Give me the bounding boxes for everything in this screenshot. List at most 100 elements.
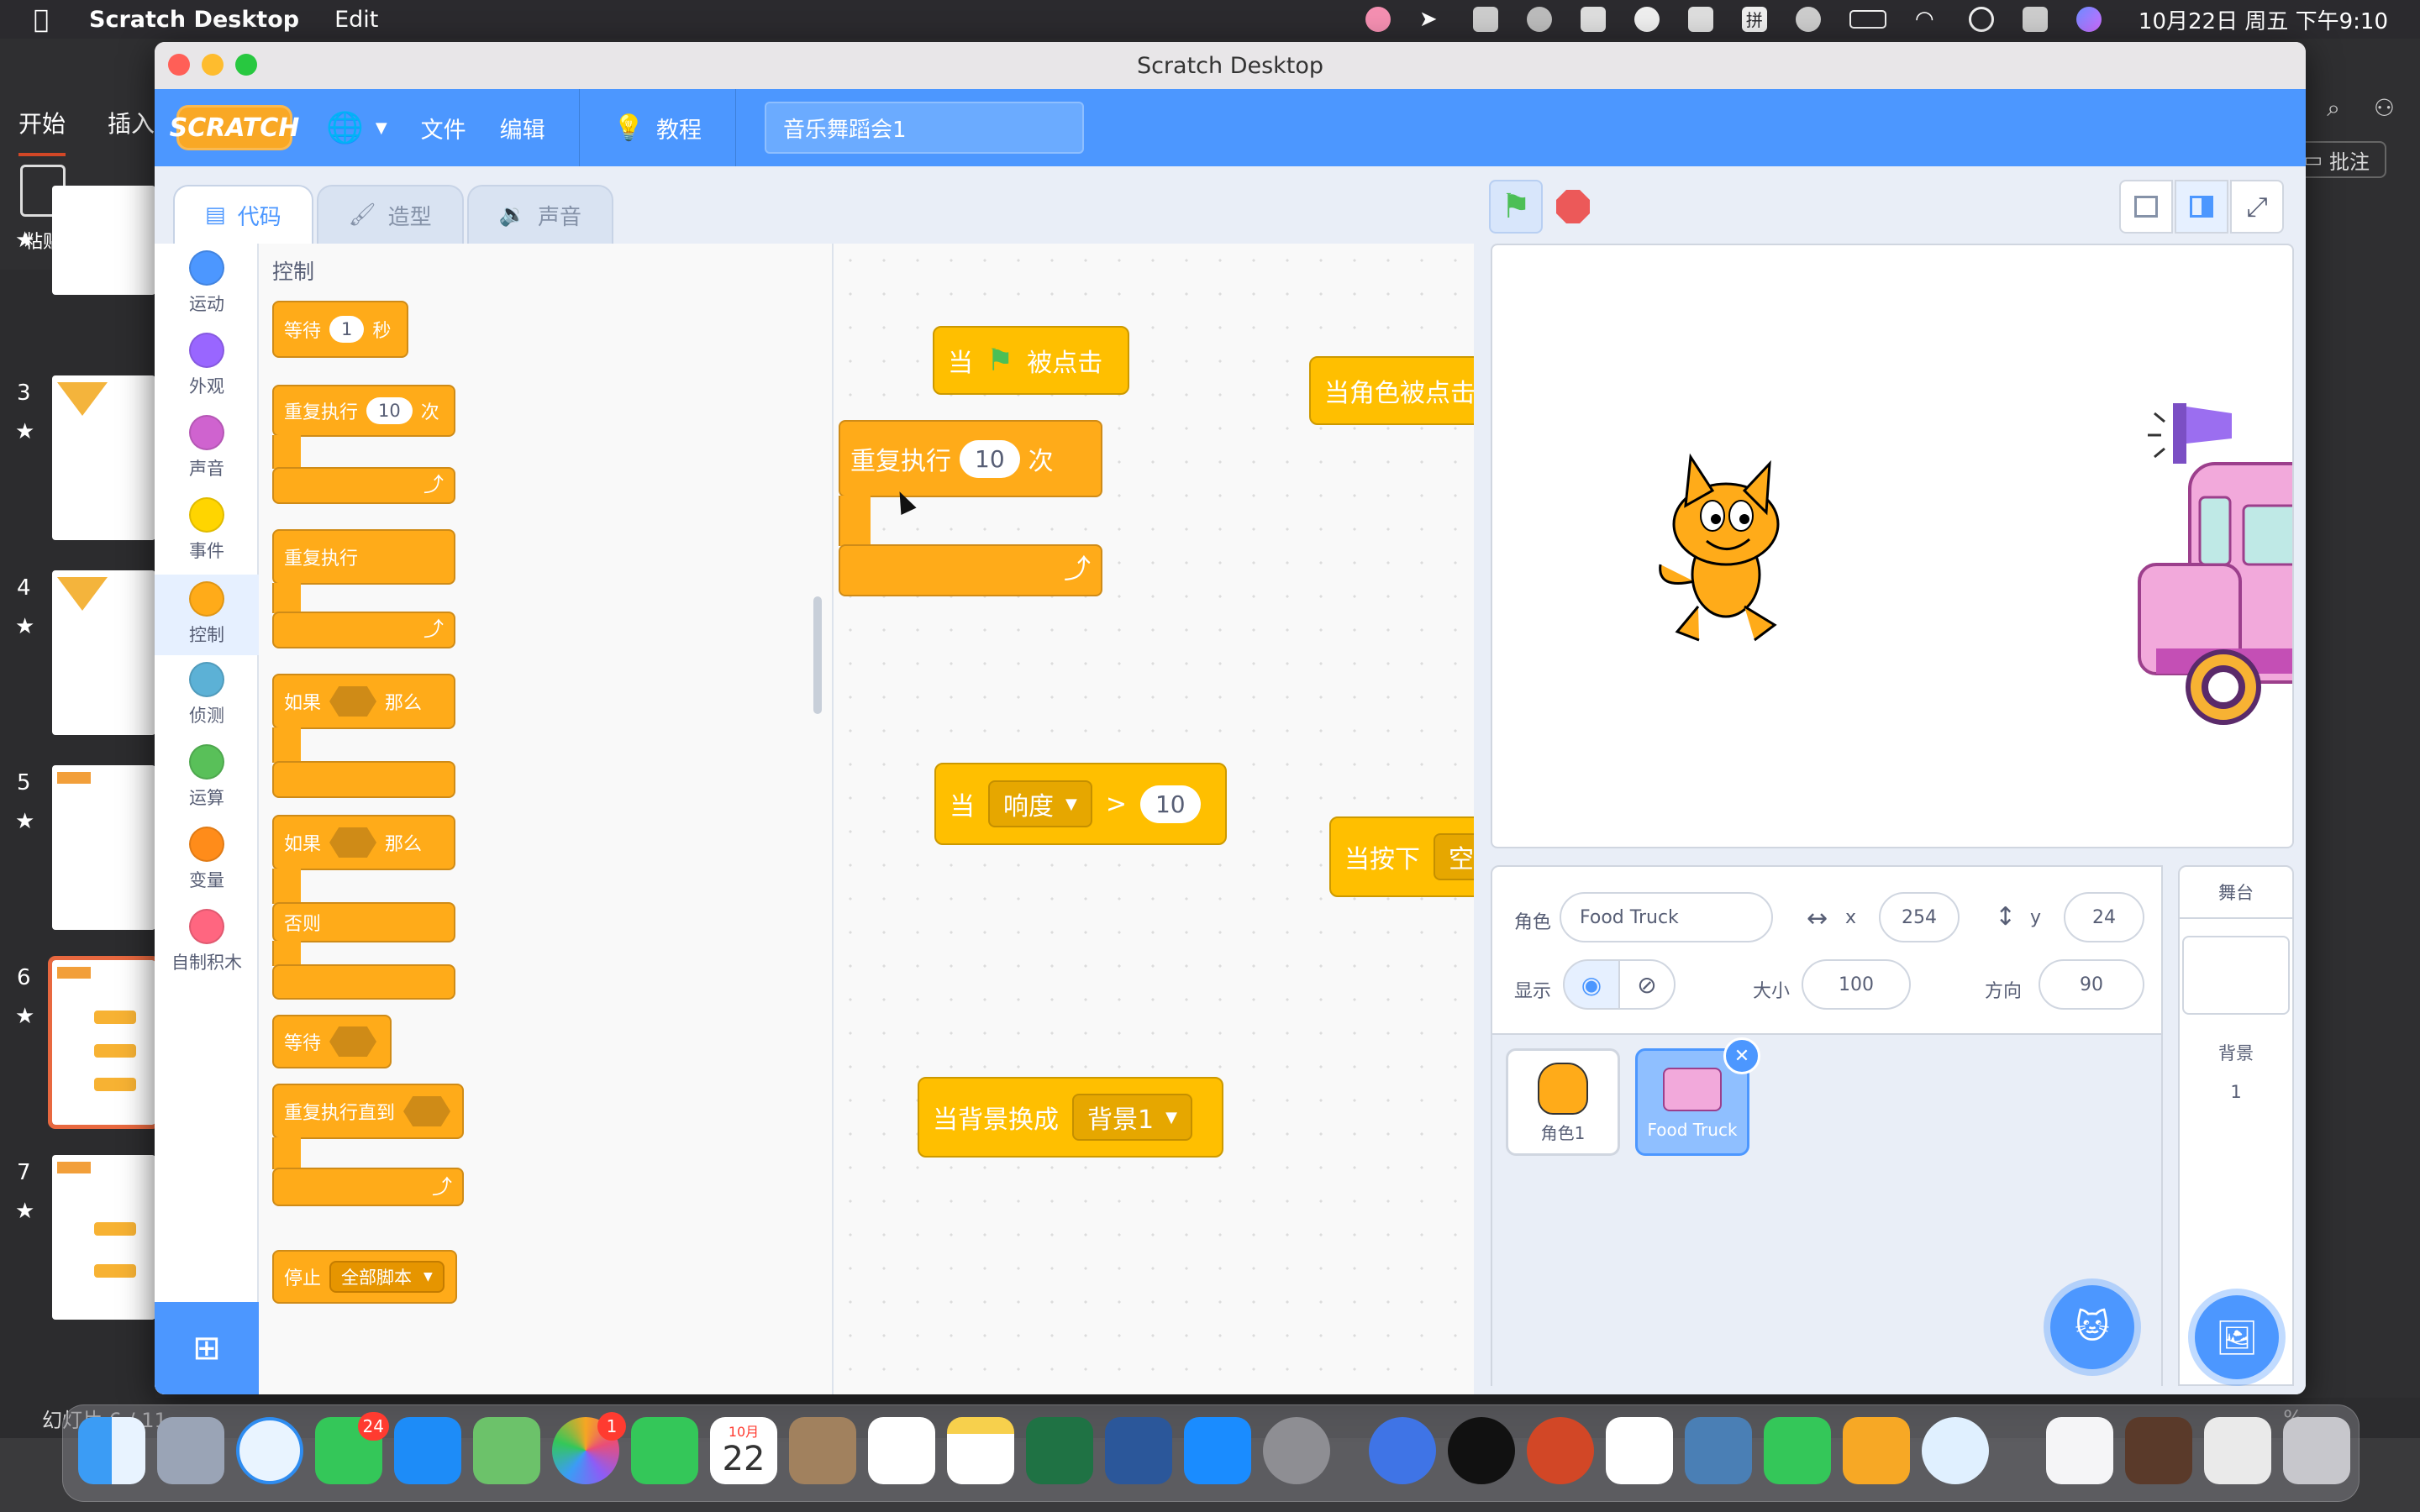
sprite-tile-cat[interactable]: 角色1	[1506, 1048, 1620, 1156]
tab-costumes[interactable]: 🖌 造型	[316, 185, 464, 244]
sprite-name-input[interactable]: Food Truck	[1560, 892, 1773, 942]
boolean-slot[interactable]	[329, 1026, 377, 1057]
backdrop-dropdown[interactable]: 背景1 ▼	[1072, 1094, 1192, 1141]
file-menu[interactable]: 文件	[421, 112, 466, 144]
block-repeat-until[interactable]: 重复执行直到 ⤴	[272, 1084, 464, 1210]
hat-when-flag-clicked[interactable]: 当 ⚑ 被点击	[933, 297, 1129, 395]
facetime-icon[interactable]	[631, 1417, 698, 1484]
block-stop[interactable]: 停止 全部脚本 ▼	[272, 1250, 457, 1304]
sensor-dropdown[interactable]: 响度 ▼	[988, 780, 1092, 827]
boolean-slot[interactable]	[329, 827, 377, 858]
stage-thumbnail[interactable]	[2182, 936, 2290, 1015]
scratch-logo[interactable]: SCRATCH	[170, 105, 299, 150]
trash-icon[interactable]	[2283, 1417, 2350, 1484]
slide-thumb-3[interactable]: 3 ★	[0, 375, 155, 543]
block-input[interactable]: 10	[960, 439, 1020, 478]
battery-icon[interactable]	[1849, 10, 1886, 29]
recent-window-icon-2[interactable]	[2204, 1417, 2271, 1484]
search-icon[interactable]: ⌕	[2327, 94, 2340, 123]
add-extension-button[interactable]: ⊞	[155, 1302, 259, 1394]
minimize-window-button[interactable]	[202, 54, 224, 76]
word-icon[interactable]	[1105, 1417, 1172, 1484]
project-title-input[interactable]: 音乐舞蹈会1	[765, 102, 1085, 154]
palette-scrollbar[interactable]	[813, 596, 822, 714]
wechat-icon[interactable]	[1472, 7, 1498, 32]
category-sound[interactable]: 声音	[155, 415, 259, 496]
dragged-repeat-block[interactable]: 重复执行 10 次 ⤴	[839, 420, 1102, 601]
search-icon[interactable]	[1968, 7, 1994, 32]
input-method-icon[interactable]: 拼	[1741, 7, 1767, 32]
category-sensing[interactable]: 侦测	[155, 662, 259, 743]
baidu-netdisk-dock-icon[interactable]	[1606, 1417, 1673, 1484]
block-input[interactable]: 10	[366, 397, 413, 424]
tab-sounds[interactable]: 🔉 声音	[466, 185, 614, 244]
ppt-tab-insert[interactable]: 插入	[108, 106, 155, 156]
mail-icon[interactable]	[394, 1417, 461, 1484]
reminders-icon[interactable]	[868, 1417, 935, 1484]
small-stage-button[interactable]	[2119, 180, 2173, 234]
block-if-then[interactable]: 如果 那么	[272, 674, 455, 800]
preview-icon[interactable]	[1685, 1417, 1752, 1484]
boolean-slot[interactable]	[329, 686, 377, 717]
food-truck-sprite[interactable]	[2138, 403, 2294, 725]
category-variables[interactable]: 变量	[155, 827, 259, 907]
menu-app-name[interactable]: Scratch Desktop	[89, 7, 299, 33]
hat-when-loudness[interactable]: 当 响度 ▼ > 10	[934, 734, 1227, 845]
category-motion[interactable]: 运动	[155, 250, 259, 331]
close-window-button[interactable]	[168, 54, 190, 76]
messages-icon[interactable]: 24	[315, 1412, 389, 1484]
slide-thumb-7[interactable]: 7 ★	[0, 1155, 155, 1323]
contacts-icon[interactable]	[789, 1417, 856, 1484]
powerpoint-icon[interactable]	[1527, 1417, 1594, 1484]
photos-icon[interactable]: 1	[552, 1412, 626, 1484]
ev-recorder-icon[interactable]	[1922, 1417, 1989, 1484]
notes-icon[interactable]	[947, 1417, 1014, 1484]
hat-when-sprite-clicked[interactable]: 当角色被点击	[1309, 328, 1492, 425]
y-input[interactable]: 24	[2064, 892, 2144, 942]
system-preferences-icon[interactable]	[1263, 1417, 1330, 1484]
slide-thumb-5[interactable]: 5 ★	[0, 765, 155, 933]
feishu-icon[interactable]	[1369, 1417, 1436, 1484]
paperplane-icon[interactable]	[1634, 7, 1660, 32]
user-icon[interactable]	[1795, 7, 1821, 32]
x-input[interactable]: 254	[1879, 892, 1960, 942]
fullscreen-button[interactable]: ⤢	[2230, 180, 2284, 234]
app-store-icon[interactable]	[1184, 1417, 1251, 1484]
stage-canvas[interactable]	[1491, 244, 2294, 848]
hat-when-backdrop-switches[interactable]: 当背景换成 背景1 ▼	[918, 1048, 1223, 1158]
calendar-icon[interactable]: 10月 22	[710, 1417, 777, 1484]
wechat-dock-icon[interactable]	[1764, 1417, 1831, 1484]
block-repeat[interactable]: 重复执行 10 次 ⤴	[272, 385, 455, 511]
edit-menu[interactable]: 编辑	[500, 112, 545, 144]
stage-selector[interactable]: 舞台 背景 1 🖼	[2178, 865, 2294, 1386]
finder-icon[interactable]	[78, 1417, 145, 1484]
choose-backdrop-button[interactable]: 🖼	[2195, 1295, 2279, 1379]
control-center-icon[interactable]	[2022, 7, 2048, 32]
block-if-else[interactable]: 如果 那么 否则	[272, 815, 455, 1000]
qq-icon[interactable]	[1448, 1417, 1515, 1484]
size-input[interactable]: 100	[1802, 959, 1911, 1010]
menu-edit[interactable]: Edit	[334, 7, 378, 33]
category-control[interactable]: 控制	[155, 575, 259, 655]
category-operators[interactable]: 运算	[155, 744, 259, 825]
language-menu[interactable]: 🌐 ▼	[326, 110, 387, 145]
block-forever[interactable]: 重复执行 ⤴	[272, 529, 455, 652]
location-icon[interactable]: ➤	[1419, 7, 1444, 32]
stop-dropdown[interactable]: 全部脚本 ▼	[329, 1261, 445, 1293]
choose-sprite-button[interactable]: 🐱	[2050, 1285, 2134, 1369]
delete-sprite-button[interactable]: ✕	[1723, 1037, 1760, 1074]
grid-icon[interactable]	[1687, 7, 1713, 32]
cat-sprite[interactable]	[1659, 453, 1780, 642]
block-input[interactable]: 1	[329, 316, 365, 343]
sprite-tile-food-truck[interactable]: Food Truck ✕	[1635, 1037, 1760, 1156]
share-icon[interactable]: ⚇	[2374, 94, 2395, 123]
stop-button[interactable]	[1546, 180, 1600, 234]
excel-icon[interactable]	[1026, 1417, 1093, 1484]
category-events[interactable]: 事件	[155, 497, 259, 578]
block-input[interactable]: 10	[1139, 785, 1201, 823]
scratch-dock-icon[interactable]	[1843, 1417, 1910, 1484]
slide-thumb[interactable]: ★	[0, 186, 155, 354]
safari-icon[interactable]	[236, 1417, 303, 1484]
green-flag-button[interactable]: ⚑	[1489, 180, 1543, 234]
apple-icon[interactable]: 	[34, 5, 49, 34]
